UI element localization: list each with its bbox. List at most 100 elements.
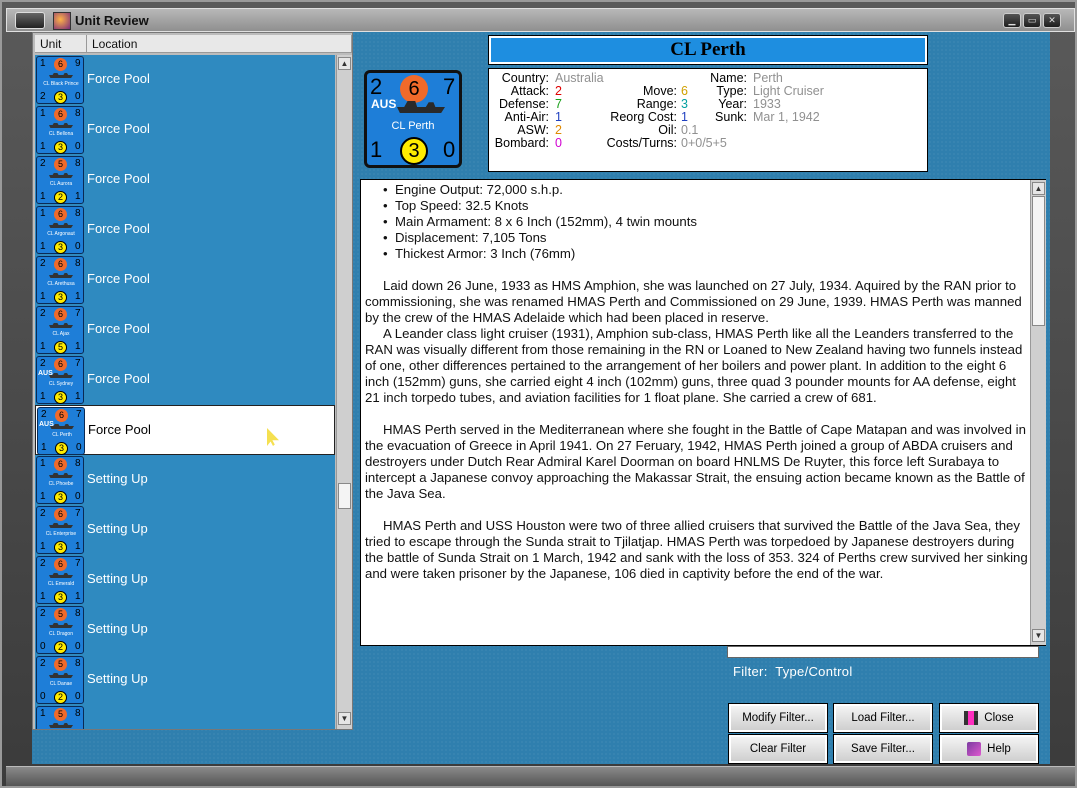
unit-counter-thumb: 1 6 8 CL Argonaut 1 3 0: [36, 206, 84, 254]
unit-location: Setting Up: [87, 571, 148, 586]
close-button[interactable]: Close: [939, 703, 1039, 733]
counter-top-left: 2: [40, 508, 46, 519]
ship-silhouette-icon: [49, 273, 73, 278]
list-item[interactable]: 2 6 7 CL Ajax 1 5 1 Force Pool: [35, 305, 335, 355]
column-header-location[interactable]: Location: [87, 35, 352, 53]
list-item[interactable]: 1 6 8 CL Argonaut 1 3 0 Force Pool: [35, 205, 335, 255]
counter-attack-circle: 6: [54, 258, 67, 271]
counter-attack-circle: 6: [54, 58, 67, 71]
counter-bottom-right: 1: [75, 391, 81, 402]
unit-location: Force Pool: [87, 221, 150, 236]
scroll-down-icon[interactable]: ▼: [338, 712, 351, 725]
title-bar[interactable]: Unit Review ▁ ▭ ✕: [6, 8, 1075, 32]
scroll-up-icon[interactable]: ▲: [1032, 182, 1045, 195]
list-item[interactable]: 1 6 9 CL Black Prince 2 3 0 Force Pool: [35, 55, 335, 105]
unit-list[interactable]: 1 6 9 CL Black Prince 2 3 0 Force Pool 1 6 8 CL Bel…: [35, 55, 335, 729]
counter-attack-circle: 6: [55, 409, 68, 422]
list-item[interactable]: 2 6 7 AUS CL Perth 1 3 0 Force Pool: [35, 405, 335, 455]
minimize-icon[interactable]: ▁: [1003, 13, 1021, 28]
counter-bottom-right: 0: [75, 91, 81, 102]
counter-bottom-right: 1: [75, 591, 81, 602]
oil-value: 0.1: [681, 123, 699, 137]
list-item[interactable]: 1 6 8 CL Bellona 1 3 0 Force Pool: [35, 105, 335, 155]
counter-bottom-left: 1: [40, 541, 46, 552]
ship-silhouette-icon: [49, 73, 73, 78]
list-item[interactable]: 2 5 8 CL Aurora 1 2 1 Force Pool: [35, 155, 335, 205]
door-icon: [964, 710, 979, 725]
unit-location: Force Pool: [87, 171, 150, 186]
counter-top-right: 8: [75, 708, 81, 719]
counter-bottom-right: 1: [75, 341, 81, 352]
counter-attack-circle: 5: [54, 658, 67, 671]
list-item[interactable]: 2 5 8 CL Dragon 0 2 0 Setting Up: [35, 605, 335, 655]
scroll-thumb[interactable]: [338, 483, 351, 509]
counter-top-left: 2: [40, 658, 46, 669]
save-filter-button[interactable]: Save Filter...: [833, 734, 933, 764]
counter-top-left: 1: [40, 458, 46, 469]
scroll-thumb[interactable]: [1032, 196, 1045, 326]
unit-location: Force Pool: [87, 271, 150, 286]
counter-attack-circle: 6: [54, 508, 67, 521]
spec-item: Main Armament: 8 x 6 Inch (152mm), 4 twi…: [383, 214, 1029, 230]
description-scrollbar[interactable]: ▲ ▼: [1030, 180, 1046, 645]
list-item[interactable]: 158: [35, 705, 335, 729]
unit-counter-thumb: 1 6 8 CL Phoebe 1 3 0: [36, 456, 84, 504]
counter-bottom-left: 1: [40, 591, 46, 602]
counter-yellow-circle: 3: [54, 91, 67, 104]
list-item[interactable]: 2 6 7 CL Enterprise 1 3 1 Setting Up: [35, 505, 335, 555]
load-filter-button[interactable]: Load Filter...: [833, 703, 933, 733]
maximize-icon[interactable]: ▭: [1023, 13, 1041, 28]
unit-location: Force Pool: [87, 121, 150, 136]
unit-description[interactable]: Engine Output: 72,000 s.h.p.Top Speed: 3…: [360, 179, 1046, 646]
counter-bottom-right: 1: [75, 291, 81, 302]
counter-bottom-left: 1: [40, 391, 46, 402]
modify-filter-button[interactable]: Modify Filter...: [728, 703, 828, 733]
unit-location: Force Pool: [87, 321, 150, 336]
counter-top-right: 7: [75, 508, 81, 519]
counter-top-left: 2: [40, 258, 46, 269]
counter-name: CL Perth: [52, 432, 72, 438]
counter-yellow-circle: 3: [400, 137, 428, 165]
type-value: Light Cruiser: [753, 84, 824, 98]
spec-item: Engine Output: 72,000 s.h.p.: [383, 182, 1029, 198]
defense-label: Defense:: [498, 97, 549, 111]
scroll-down-icon[interactable]: ▼: [1032, 629, 1045, 642]
unit-counter-thumb: 158: [36, 706, 84, 729]
list-item[interactable]: 2 6 7 AUS CL Sydney 1 3 1 Force Pool: [35, 355, 335, 405]
counter-top-right: 8: [75, 108, 81, 119]
unit-counter-thumb: 2 6 7 CL Ajax 1 5 1: [36, 306, 84, 354]
list-item[interactable]: 2 6 8 CL Arethusa 1 3 1 Force Pool: [35, 255, 335, 305]
unit-review-window: Unit Review ▁ ▭ ✕ Unit Location 1 6 9 CL Bl…: [0, 0, 1077, 788]
status-strip: [6, 766, 1075, 786]
system-menu-button[interactable]: [15, 12, 45, 29]
unit-location: Setting Up: [87, 621, 148, 636]
history-paragraph: HMAS Perth served in the Mediterranean w…: [365, 422, 1026, 501]
unit-list-scrollbar[interactable]: ▲ ▼: [336, 55, 352, 729]
counter-top-right: 7: [76, 409, 82, 420]
counter-attack-circle: 6: [54, 458, 67, 471]
counter-top-right: 8: [75, 458, 81, 469]
list-item[interactable]: 2 5 8 CL Danae 0 2 0 Setting Up: [35, 655, 335, 705]
counter-name: CL Arethusa: [47, 281, 75, 287]
help-button[interactable]: Help: [939, 734, 1039, 764]
range-label: Range:: [636, 97, 677, 111]
counter-top-left: 2: [40, 358, 46, 369]
type-label: Type:: [716, 84, 747, 98]
counter-attack-circle: 5: [54, 708, 67, 721]
list-item[interactable]: 2 6 7 CL Emerald 1 3 1 Setting Up: [35, 555, 335, 605]
counter-name: CL Phoebe: [48, 481, 74, 487]
antiair-value: 1: [555, 110, 562, 124]
list-item[interactable]: 1 6 8 CL Phoebe 1 3 0 Setting Up: [35, 455, 335, 505]
counter-top-right: 7: [75, 358, 81, 369]
clear-filter-button[interactable]: Clear Filter: [728, 734, 828, 764]
counter-name: CL Ajax: [52, 331, 70, 337]
attack-value: 2: [555, 84, 562, 98]
scroll-up-icon[interactable]: ▲: [338, 57, 351, 70]
counter-bottom-left: 1: [40, 491, 46, 502]
column-header-unit[interactable]: Unit: [35, 35, 87, 53]
close-window-icon[interactable]: ✕: [1043, 13, 1061, 28]
counter-name: CL Argonaut: [47, 231, 75, 237]
description-hscrollbar[interactable]: [727, 646, 1039, 658]
history-paragraph: HMAS Perth and USS Houston were two of t…: [365, 518, 1028, 581]
counter-top-right: 8: [75, 258, 81, 269]
